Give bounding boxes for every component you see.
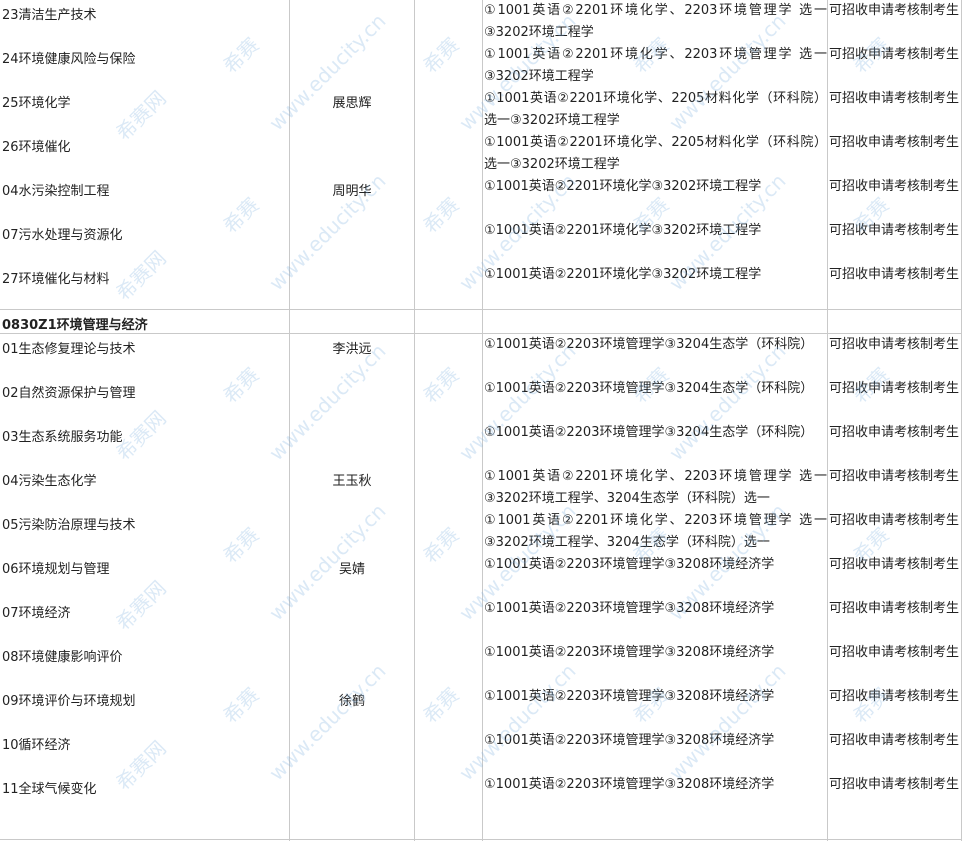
research-direction: 03生态系统服务功能 [2, 430, 123, 445]
exam-subjects: ①1001英语②2201环境化学、2203环境管理学 选一③3202环境工程学、… [484, 513, 827, 550]
admission-note: 可招收申请考核制考生 [829, 557, 960, 572]
research-direction: 09环境评价与环境规划 [2, 694, 136, 709]
research-direction: 05污染防治原理与技术 [2, 518, 136, 533]
research-direction: 07环境经济 [2, 606, 71, 621]
admission-note: 可招收申请考核制考生 [829, 91, 960, 106]
admission-note: 可招收申请考核制考生 [829, 3, 960, 18]
research-direction: 04污染生态化学 [2, 474, 97, 489]
exam-subjects: ①1001英语②2203环境管理学③3204生态学（环科院） [484, 425, 814, 440]
row-divider [0, 839, 962, 840]
research-direction: 25环境化学 [2, 96, 71, 111]
research-direction: 04水污染控制工程 [2, 184, 110, 199]
exam-subjects: ①1001英语②2201环境化学、2205材料化学（环科院）选一③3202环境工… [484, 135, 827, 172]
research-direction: 26环境催化 [2, 140, 71, 155]
exam-subjects: ①1001英语②2203环境管理学③3204生态学（环科院） [484, 381, 814, 396]
exam-subjects: ①1001英语②2203环境管理学③3204生态学（环科院） [484, 337, 814, 352]
supervisor: 王玉秋 [332, 474, 372, 489]
research-direction: 23清洁生产技术 [2, 8, 97, 23]
admission-note: 可招收申请考核制考生 [829, 267, 960, 282]
admission-note: 可招收申请考核制考生 [829, 381, 960, 396]
admission-note: 可招收申请考核制考生 [829, 47, 960, 62]
admission-note: 可招收申请考核制考生 [829, 513, 960, 528]
exam-subjects: ①1001英语②2201环境化学、2205材料化学（环科院）选一③3202环境工… [484, 91, 827, 128]
exam-subjects: ①1001英语②2201环境化学、2203环境管理学 选一③3202环境工程学、… [484, 469, 827, 506]
supervisor: 周明华 [332, 184, 372, 199]
admission-note: 可招收申请考核制考生 [829, 469, 960, 484]
exam-subjects: ①1001英语②2201环境化学、2203环境管理学 选一③3202环境工程学 [484, 47, 827, 84]
exam-subjects: ①1001英语②2203环境管理学③3208环境经济学 [484, 601, 775, 616]
col-divider [414, 0, 415, 841]
admission-note: 可招收申请考核制考生 [829, 223, 960, 238]
admission-note: 可招收申请考核制考生 [829, 777, 960, 792]
admission-note: 可招收申请考核制考生 [829, 645, 960, 660]
research-direction: 24环境健康风险与保险 [2, 52, 136, 67]
exam-subjects: ①1001英语②2203环境管理学③3208环境经济学 [484, 733, 775, 748]
supervisor: 展思辉 [332, 96, 372, 111]
exam-subjects: ①1001英语②2201环境化学③3202环境工程学 [484, 179, 762, 194]
admission-note: 可招收申请考核制考生 [829, 337, 960, 352]
col-divider [827, 0, 828, 841]
supervisor: 徐鹤 [338, 694, 365, 709]
admission-note: 可招收申请考核制考生 [829, 135, 960, 150]
admission-note: 可招收申请考核制考生 [829, 733, 960, 748]
supervisor: 吴婧 [338, 562, 365, 577]
research-direction: 01生态修复理论与技术 [2, 342, 136, 357]
admission-note: 可招收申请考核制考生 [829, 601, 960, 616]
exam-subjects: ①1001英语②2203环境管理学③3208环境经济学 [484, 777, 775, 792]
admission-note: 可招收申请考核制考生 [829, 179, 960, 194]
admission-note: 可招收申请考核制考生 [829, 689, 960, 704]
col-divider [289, 0, 290, 841]
section-title: 0830Z1环境管理与经济 [2, 318, 148, 333]
exam-subjects: ①1001英语②2201环境化学、2203环境管理学 选一③3202环境工程学 [484, 3, 827, 40]
exam-subjects: ①1001英语②2203环境管理学③3208环境经济学 [484, 689, 775, 704]
row-divider [0, 309, 962, 310]
exam-subjects: ①1001英语②2201环境化学③3202环境工程学 [484, 223, 762, 238]
exam-subjects: ①1001英语②2203环境管理学③3208环境经济学 [484, 645, 775, 660]
admission-table: 23清洁生产技术 ①1001英语②2201环境化学、2203环境管理学 选一③3… [0, 0, 962, 841]
supervisor: 李洪远 [332, 342, 372, 357]
research-direction: 07污水处理与资源化 [2, 228, 123, 243]
admission-note: 可招收申请考核制考生 [829, 425, 960, 440]
research-direction: 10循环经济 [2, 738, 71, 753]
col-divider [482, 0, 483, 841]
research-direction: 11全球气候变化 [2, 782, 97, 797]
research-direction: 27环境催化与材料 [2, 272, 110, 287]
research-direction: 08环境健康影响评价 [2, 650, 123, 665]
research-direction: 06环境规划与管理 [2, 562, 110, 577]
research-direction: 02自然资源保护与管理 [2, 386, 136, 401]
exam-subjects: ①1001英语②2201环境化学③3202环境工程学 [484, 267, 762, 282]
exam-subjects: ①1001英语②2203环境管理学③3208环境经济学 [484, 557, 775, 572]
